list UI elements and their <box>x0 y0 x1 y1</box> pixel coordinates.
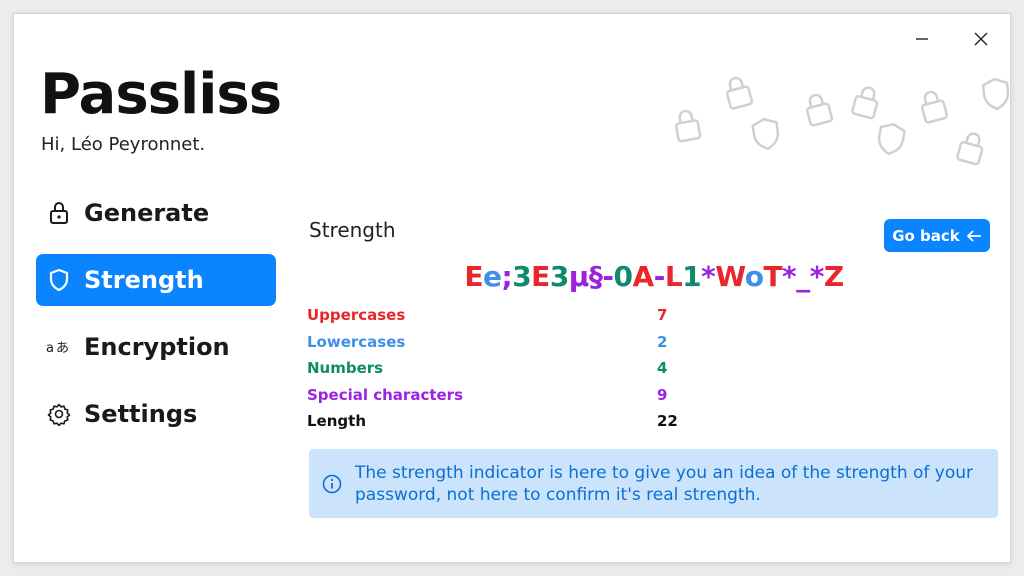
close-button[interactable] <box>959 24 1003 54</box>
sidebar-item-encryption[interactable]: aあ Encryption <box>36 321 276 373</box>
sidebar-nav: Generate Strength aあ Encryption Settings <box>36 187 276 455</box>
stat-row-lowercases: Lowercases 2 <box>307 329 678 356</box>
stat-value: 4 <box>657 359 668 378</box>
password-segment: *_* <box>782 260 824 293</box>
stat-row-uppercases: Uppercases 7 <box>307 302 678 329</box>
decorative-lock-pattern <box>674 76 1010 166</box>
app-title: Passliss <box>40 62 282 127</box>
strength-stats: Uppercases 7 Lowercases 2 Numbers 4 Spec… <box>307 302 678 435</box>
stat-label: Uppercases <box>307 306 406 325</box>
password-segment: E <box>464 260 483 293</box>
minimize-icon <box>916 38 928 40</box>
app-window: Passliss Hi, Léo Peyronnet. Generate Str… <box>13 13 1011 563</box>
stat-value: 9 <box>657 385 668 404</box>
sidebar-item-label: Strength <box>84 266 204 294</box>
stat-label: Special characters <box>307 385 464 404</box>
password-segment: * <box>701 260 716 293</box>
password-segment: 0 <box>613 260 633 293</box>
gear-icon <box>46 401 72 427</box>
password-display: Ee;3E3µ§-0A-L1*WoT*_*Z <box>314 260 994 293</box>
user-greeting: Hi, Léo Peyronnet. <box>41 134 206 155</box>
info-message-text: The strength indicator is here to give y… <box>355 462 974 505</box>
sidebar-item-label: Encryption <box>84 333 230 361</box>
sidebar-item-settings[interactable]: Settings <box>36 388 276 440</box>
minimize-button[interactable] <box>900 24 944 54</box>
stat-label: Numbers <box>307 359 384 378</box>
password-segment: Z <box>823 260 844 293</box>
stat-row-numbers: Numbers 4 <box>307 355 678 382</box>
password-segment: 3 <box>549 260 569 293</box>
section-title: Strength <box>309 218 396 242</box>
password-segment: ; <box>501 260 513 293</box>
stat-value: 7 <box>657 306 668 325</box>
arrow-left-icon <box>966 229 981 242</box>
info-message-bar: The strength indicator is here to give y… <box>309 449 998 518</box>
translate-icon: aあ <box>46 334 72 360</box>
svg-text:あ: あ <box>56 341 69 356</box>
password-segment: 3 <box>512 260 532 293</box>
sidebar-item-label: Generate <box>84 199 210 227</box>
stat-value: 22 <box>657 412 678 431</box>
stat-row-special-characters: Special characters 9 <box>307 382 678 409</box>
stat-label: Length <box>307 412 366 431</box>
stat-row-length: Length 22 <box>307 408 678 435</box>
password-segment: A <box>632 260 655 293</box>
shield-icon <box>46 267 72 293</box>
sidebar-item-strength[interactable]: Strength <box>36 254 276 306</box>
stat-label: Lowercases <box>307 332 406 351</box>
sidebar-item-label: Settings <box>84 400 198 428</box>
password-segment: 1 <box>682 260 702 293</box>
password-segment: o <box>744 260 764 293</box>
sidebar-item-generate[interactable]: Generate <box>36 187 276 239</box>
go-back-button[interactable]: Go back <box>884 219 990 252</box>
password-segment: µ§- <box>568 260 614 293</box>
password-segment: e <box>482 260 502 293</box>
stat-value: 2 <box>657 332 668 351</box>
password-segment: T <box>763 260 783 293</box>
lock-icon <box>46 200 72 226</box>
info-icon <box>322 474 342 493</box>
close-icon <box>974 32 988 46</box>
password-segment: L <box>664 260 683 293</box>
password-segment: - <box>653 260 666 293</box>
svg-text:a: a <box>46 341 54 356</box>
go-back-label: Go back <box>892 226 960 245</box>
password-segment: W <box>715 260 745 293</box>
password-segment: E <box>531 260 550 293</box>
